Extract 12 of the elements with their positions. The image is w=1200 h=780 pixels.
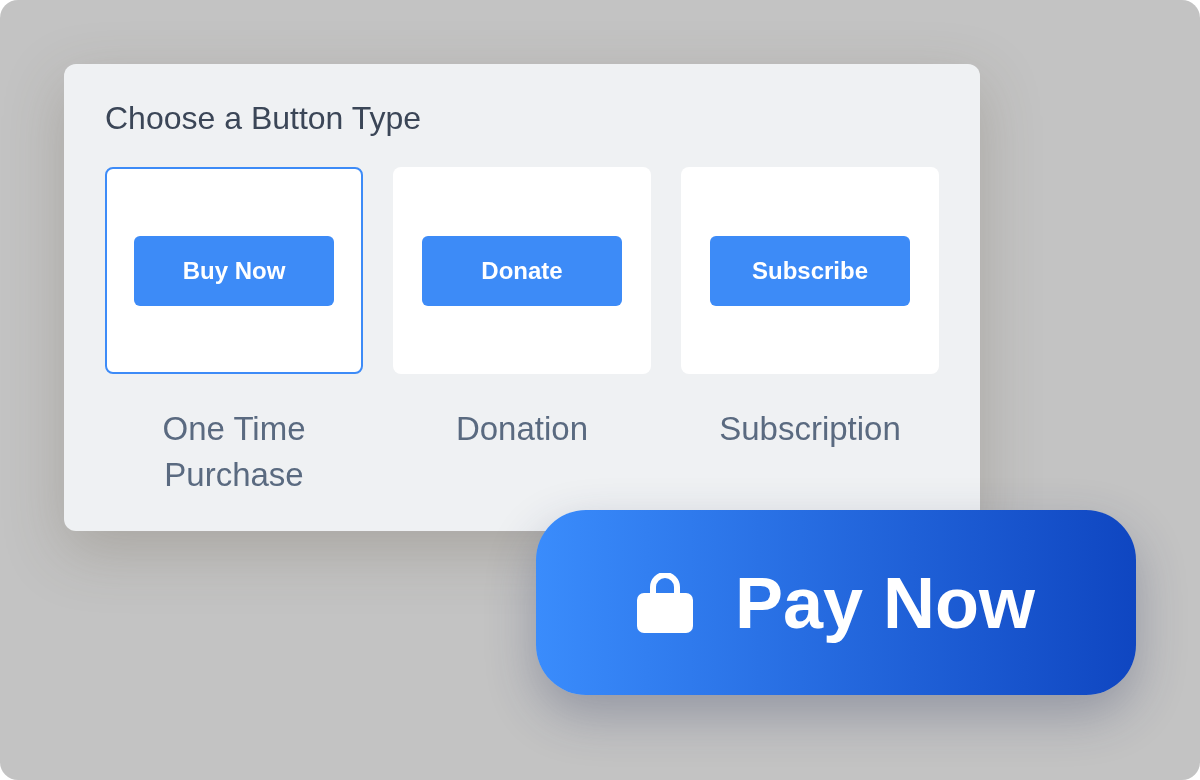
preview-button: Subscribe [710,235,910,306]
preview-button: Donate [422,235,622,306]
option-label: One Time Purchase [161,409,307,495]
shopping-bag-icon [636,572,693,633]
option-card[interactable]: Donate [393,167,651,374]
option-label: Donation [455,409,589,449]
section-title: Choose a Button Type [105,100,423,137]
option-label: Subscription [719,409,901,449]
option-card[interactable]: Subscribe [681,167,939,374]
pay-now-button[interactable]: Pay Now [536,510,1136,695]
preview-button: Buy Now [134,235,334,306]
option-card[interactable]: Buy Now [105,167,363,374]
